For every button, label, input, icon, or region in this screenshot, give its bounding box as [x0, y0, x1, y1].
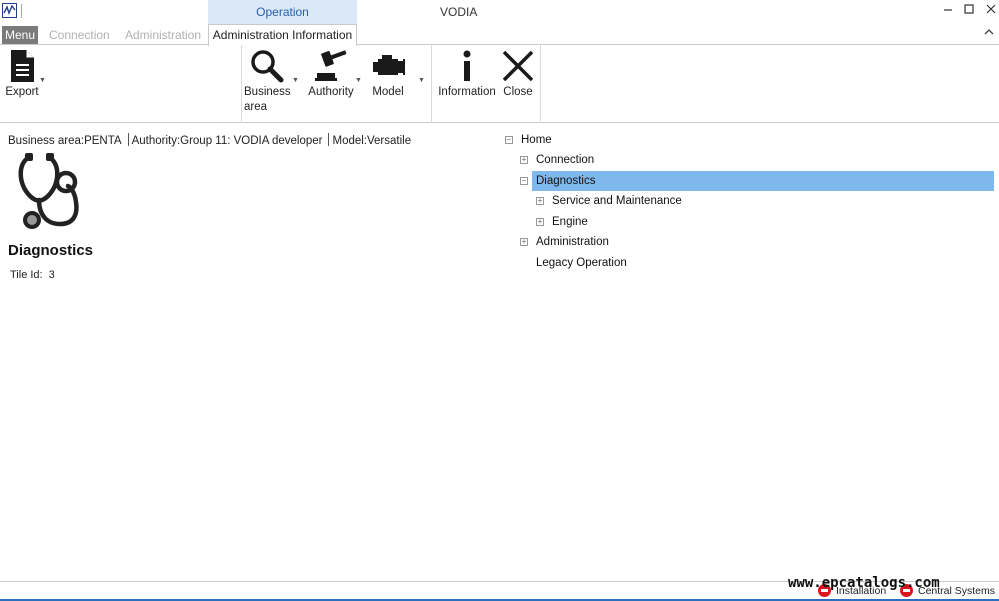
tree-node-label: Diagnostics — [536, 175, 596, 187]
expand-icon[interactable]: + — [520, 238, 528, 246]
dropdown-arrow-icon: ▼ — [418, 77, 425, 84]
collapse-icon[interactable]: − — [505, 136, 513, 144]
title-bar: Operation VODIA — [0, 0, 999, 24]
close-window-button[interactable] — [983, 3, 999, 19]
info-icon — [463, 50, 471, 81]
authority-button[interactable]: Authority — [306, 49, 356, 100]
ribbon: Export ▼ Business area ▼ Authority ▼ Mod… — [0, 45, 999, 123]
divider — [540, 45, 541, 123]
tree-node-legacy-operation[interactable]: Legacy Operation — [500, 253, 995, 273]
dropdown-arrow-icon: ▼ — [355, 77, 362, 84]
close-button[interactable]: Close — [501, 49, 535, 100]
tree-node-engine[interactable]: + Engine — [500, 212, 995, 232]
expand-icon[interactable]: + — [520, 156, 528, 164]
collapse-icon[interactable]: − — [520, 177, 528, 185]
menu-tab[interactable]: Menu — [2, 26, 38, 44]
tree-node-connection[interactable]: + Connection — [500, 150, 995, 170]
business-area-label: Business area — [244, 86, 291, 113]
tree-node-label: Administration — [536, 236, 609, 248]
divider — [431, 45, 432, 123]
tree-node-label: Engine — [552, 216, 588, 228]
tile-title: Diagnostics — [8, 242, 94, 259]
tree-node-service-and-maintenance[interactable]: + Service and Maintenance — [500, 191, 995, 211]
tree-node-label: Legacy Operation — [536, 257, 627, 269]
minimize-button[interactable] — [940, 3, 956, 19]
authority-info: Authority:Group 11: VODIA developer — [131, 135, 323, 147]
document-icon — [11, 50, 34, 82]
tree-node-label: Home — [521, 134, 552, 146]
divider — [241, 45, 242, 123]
expand-icon[interactable]: + — [536, 197, 544, 205]
stethoscope-icon — [14, 150, 84, 232]
tab-connection[interactable]: Connection — [49, 28, 110, 42]
close-icon — [502, 50, 534, 82]
export-button[interactable]: Export — [4, 49, 40, 100]
business-area-button[interactable]: Business area — [244, 49, 291, 115]
divider — [21, 4, 22, 18]
dropdown-arrow-icon: ▼ — [292, 77, 299, 84]
collapse-ribbon-icon[interactable] — [983, 26, 997, 40]
tree-node-diagnostics[interactable]: − Diagnostics — [500, 171, 995, 191]
export-label: Export — [5, 86, 39, 98]
dropdown-arrow-icon: ▼ — [39, 77, 46, 84]
tile-id-label: Tile Id: — [10, 269, 43, 281]
model-label: Model — [372, 86, 404, 98]
ribbon-tabs: Menu Connection Administration Administr… — [0, 24, 999, 46]
context-tab-operation: Operation — [208, 0, 357, 24]
app-logo-icon[interactable] — [2, 3, 17, 18]
tree-node-home[interactable]: − Home — [500, 130, 995, 150]
context-info-bar: Business area:PENTA Authority:Group 11: V… — [8, 133, 411, 147]
business-area-info: Business area:PENTA — [8, 135, 122, 147]
engine-icon — [373, 55, 405, 75]
tile-id: Tile Id: 3 — [10, 269, 55, 281]
window-title: VODIA — [440, 5, 478, 19]
watermark: www.epcatalogs.com — [788, 575, 940, 591]
expand-icon[interactable]: + — [536, 218, 544, 226]
authority-label: Authority — [308, 86, 354, 98]
tree-node-label: Connection — [536, 154, 595, 166]
tab-administration-information[interactable]: Administration Information — [208, 24, 357, 46]
tab-administration[interactable]: Administration — [125, 28, 201, 42]
model-info: Model:Versatile — [332, 135, 412, 147]
close-label: Close — [503, 86, 533, 98]
information-button[interactable]: Information — [437, 49, 497, 100]
tree-node-label: Service and Maintenance — [552, 195, 682, 207]
maximize-button[interactable] — [961, 3, 977, 19]
tree-node-administration[interactable]: + Administration — [500, 232, 995, 252]
selection-highlight — [532, 171, 994, 191]
model-button[interactable]: Model — [368, 49, 408, 100]
search-icon — [251, 50, 284, 83]
information-label: Information — [438, 86, 496, 98]
tile-id-value: 3 — [48, 269, 55, 281]
gavel-icon — [315, 50, 347, 81]
